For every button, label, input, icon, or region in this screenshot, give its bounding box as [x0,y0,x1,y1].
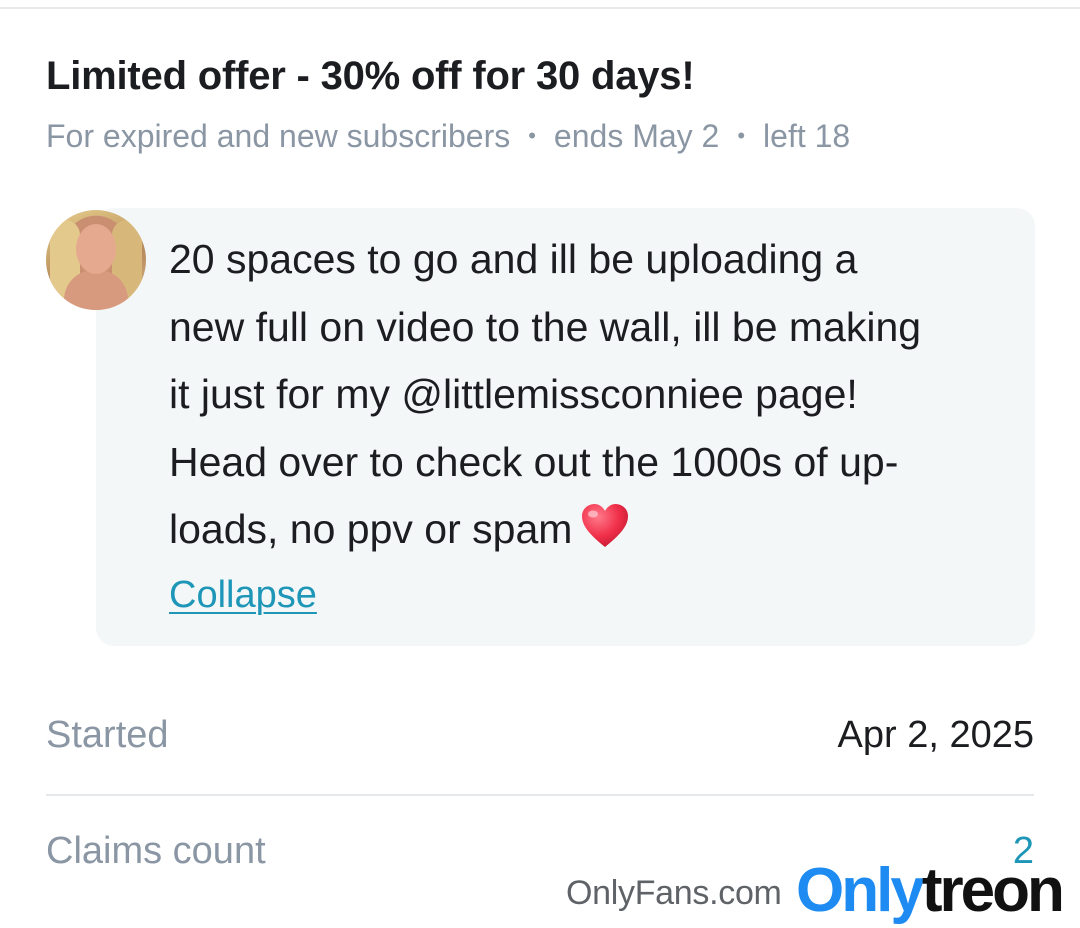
message-text: 20 spaces to go and ill be uploading a n… [169,226,1009,570]
started-value: Apr 2, 2025 [837,714,1034,756]
message-line: new full on video to the wall, ill be ma… [169,303,922,350]
offer-audience: For expired and new subscribers [46,118,511,154]
message-line: Head over to check out the 1000s of up- [169,438,899,485]
message-line: loads, no ppv or spam [169,496,1009,570]
message-line: it just for my @littlemissconniee page! [169,371,858,417]
message-line-text: loads, no ppv or spam [169,506,573,552]
offer-title: Limited offer - 30% off for 30 days! [46,54,695,98]
meta-separator: • [737,123,746,148]
started-label: Started [46,714,169,756]
offer-meta: For expired and new subscribers • ends May… [46,118,850,155]
claims-count-label: Claims count [46,830,266,872]
watermark-logo-part: treon [921,856,1065,925]
watermark-logo-part: Only [796,856,925,925]
watermark-logo: Onlytreon [796,856,1065,926]
meta-separator: • [528,123,536,148]
red-heart-icon [580,502,630,570]
offer-left: left 18 [763,118,851,154]
watermark-site-text: OnlyFans.com [566,874,782,912]
row-divider [46,794,1034,796]
offer-detail-page: Limited offer - 30% off for 30 days! For… [0,0,1080,928]
avatar[interactable] [46,210,146,310]
collapse-link[interactable]: Collapse [169,574,317,617]
message-line: 20 spaces to go and ill be uploading a [169,236,858,282]
top-divider [0,7,1080,9]
offer-ends: ends May 2 [553,118,720,154]
